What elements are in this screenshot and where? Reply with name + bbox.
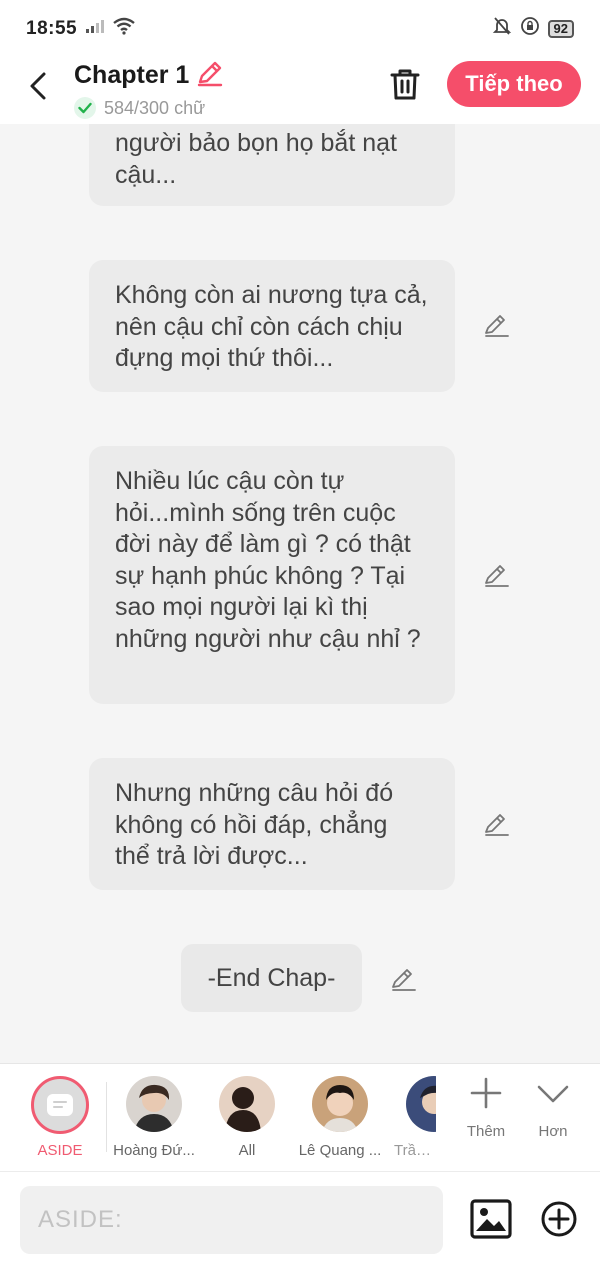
status-time: 18:55 xyxy=(26,18,78,39)
avatar xyxy=(406,1076,436,1132)
message-text: người bảo bọn họ bắt nạt cậu... xyxy=(115,129,397,189)
battery-indicator: 92 xyxy=(547,20,574,38)
chevron-left-icon xyxy=(30,72,46,100)
message-bubble[interactable]: Nhiều lúc cậu còn tự hỏi...mình sống trê… xyxy=(89,446,455,704)
message-text: Nhiều lúc cậu còn tự hỏi...mình sống trê… xyxy=(115,467,421,653)
back-button[interactable] xyxy=(22,66,54,106)
end-chapter-bubble[interactable]: -End Chap- xyxy=(181,944,362,1012)
add-button[interactable] xyxy=(540,1200,578,1238)
character-hoang[interactable]: Hoàng Đứ... xyxy=(109,1076,199,1159)
character-le-quang[interactable]: Lê Quang ... xyxy=(295,1076,385,1159)
editor-header: Chapter 1 584/300 chữ Tiếp theo xyxy=(0,58,600,124)
message-bubble[interactable]: người bảo bọn họ bắt nạt cậu... xyxy=(89,124,455,206)
message-text: Nhưng những câu hỏi đó không có hồi đáp,… xyxy=(115,779,394,870)
character-name: ASIDE xyxy=(37,1142,83,1159)
divider xyxy=(106,1082,107,1152)
aside-avatar xyxy=(31,1076,89,1134)
end-chapter-text: -End Chap- xyxy=(207,963,336,992)
rotation-lock-icon xyxy=(520,16,540,42)
check-icon xyxy=(74,97,96,119)
edit-message-icon[interactable] xyxy=(482,809,512,839)
plus-circle-icon xyxy=(541,1201,577,1237)
character-bar: ASIDE Hoàng Đứ... All Lê Quang ... Trần … xyxy=(0,1063,600,1171)
trash-icon xyxy=(390,69,420,100)
chapter-title-block: Chapter 1 584/300 chữ xyxy=(74,58,225,119)
character-name: Lê Quang ... xyxy=(298,1142,382,1159)
character-name: Trần Đ xyxy=(394,1142,436,1159)
message-text: Không còn ai nương tựa cả, nên cậu chỉ c… xyxy=(115,281,428,372)
status-bar: 18:55 92 xyxy=(0,0,600,58)
edit-message-icon[interactable] xyxy=(482,560,512,590)
chat-bubble-icon xyxy=(47,1094,73,1116)
insert-image-button[interactable] xyxy=(470,1199,512,1239)
character-tran[interactable]: Trần Đ xyxy=(388,1076,436,1159)
avatar xyxy=(312,1076,368,1132)
character-name: Hoàng Đứ... xyxy=(113,1142,195,1159)
plus-icon xyxy=(470,1077,502,1109)
image-icon xyxy=(470,1199,512,1239)
delete-button[interactable] xyxy=(386,64,424,104)
avatar xyxy=(126,1076,182,1132)
character-aside[interactable]: ASIDE xyxy=(15,1076,105,1159)
mute-bell-icon xyxy=(492,16,512,42)
chevron-down-icon xyxy=(537,1085,569,1103)
composer-bar xyxy=(0,1171,600,1267)
wifi-icon xyxy=(113,17,135,41)
more-label: Thêm xyxy=(466,1123,506,1140)
avatar xyxy=(219,1076,275,1132)
next-button[interactable]: Tiếp theo xyxy=(447,61,581,107)
edit-message-icon[interactable] xyxy=(389,964,419,994)
word-count: 584/300 chữ xyxy=(104,97,206,118)
edit-message-icon[interactable] xyxy=(482,310,512,340)
message-bubble[interactable]: Không còn ai nương tựa cả, nên cậu chỉ c… xyxy=(89,260,455,392)
chapter-title: Chapter 1 xyxy=(74,61,190,89)
expand-label: Hơn xyxy=(538,1123,568,1140)
signal-icon xyxy=(85,18,105,40)
aside-text-input[interactable] xyxy=(20,1186,443,1254)
more-button[interactable]: Thêm xyxy=(451,1076,521,1140)
edit-title-icon[interactable] xyxy=(195,58,225,93)
message-bubble[interactable]: Nhưng những câu hỏi đó không có hồi đáp,… xyxy=(89,758,455,890)
expand-button[interactable]: Hơn xyxy=(518,1076,588,1140)
character-all[interactable]: All xyxy=(202,1076,292,1159)
story-content[interactable]: người bảo bọn họ bắt nạt cậu... Không cò… xyxy=(0,124,600,1064)
character-name: All xyxy=(238,1142,256,1159)
